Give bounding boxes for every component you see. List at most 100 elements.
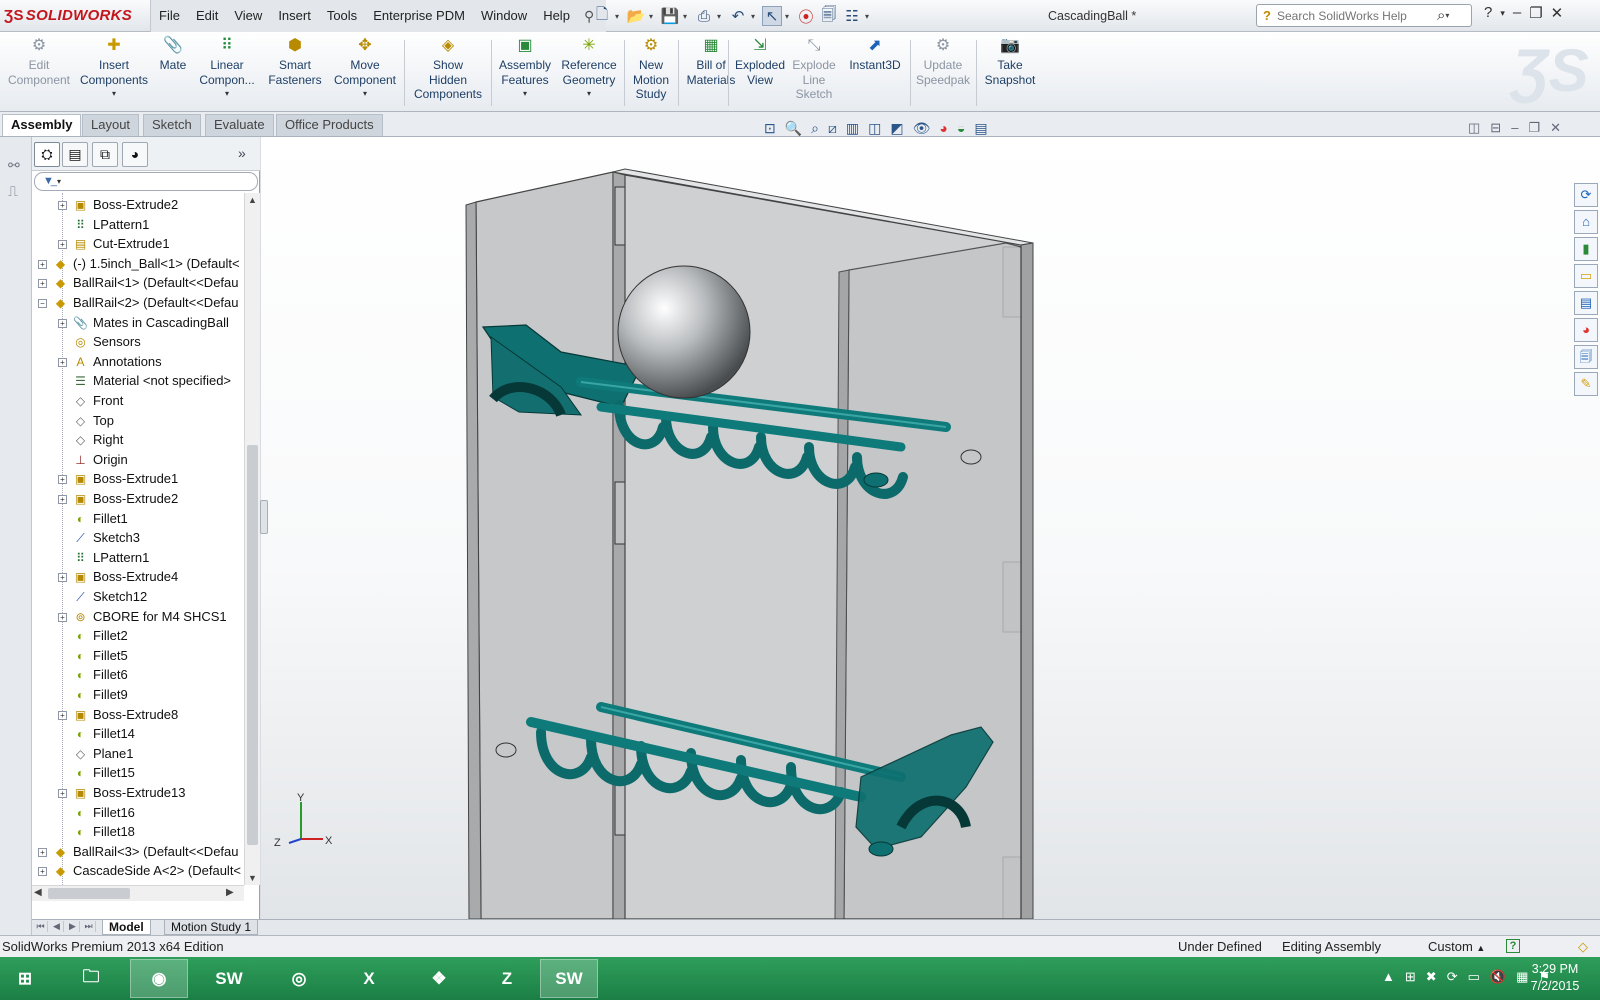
rebuild-traffic-light-icon[interactable]: ⦿ [796,6,816,26]
tree-filter-box[interactable]: ▼̲ ▾ [34,172,258,191]
search-input[interactable] [1277,8,1437,23]
zos-taskbar-icon[interactable]: Z [478,959,536,998]
hscroll-thumb[interactable] [48,888,130,899]
tree-vertical-scrollbar[interactable]: ▲ ▼ [244,193,260,885]
edit-component-button[interactable]: ⚙ Edit Component [4,36,74,110]
taskbar-clock[interactable]: 3:29 PM 7/2/2015 [1520,961,1590,995]
display-icon[interactable]: ▭ [1468,969,1480,985]
view-palette-icon[interactable]: ▤ [1574,291,1598,315]
options-icon[interactable]: ☷ [842,6,862,26]
minimize-icon[interactable]: – [1513,4,1521,22]
move-component-button[interactable]: ✥ Move Component ▾ [330,36,400,110]
doc-close-icon[interactable]: ✕ [1550,120,1561,136]
options-dropdown-icon[interactable]: ▾ [865,12,873,21]
view-orientation-icon[interactable]: ◫ [868,120,881,137]
tab-motion-study-1[interactable]: Motion Study 1 [164,920,259,935]
menu-insert[interactable]: Insert [270,0,319,32]
linear-component-pattern-button[interactable]: ⠿ Linear Compon... ▾ [194,36,260,110]
tree-item[interactable]: + ◆ BallRail<3> (Default<<Defau [32,842,244,862]
menu-view[interactable]: View [226,0,270,32]
update-speedpak-button[interactable]: ⚙ Update Speedpak [912,36,974,110]
file-explorer-taskbar-icon[interactable]: 🗀 [62,959,120,998]
reference-geometry-dropdown-icon[interactable]: ▾ [556,87,622,102]
mate-button[interactable]: 📎 Mate [154,36,192,110]
tab-layout[interactable]: Layout [82,114,140,136]
expand-icon[interactable]: + [58,573,67,583]
print-dropdown-icon[interactable]: ▾ [717,12,725,21]
tree-item[interactable]: + ▣ Boss-Extrude13 [32,783,244,803]
open-dropdown-icon[interactable]: ▾ [649,12,657,21]
edit-tag-icon[interactable]: ◇ [1578,939,1588,955]
chrome-taskbar-icon[interactable]: ◉ [130,959,188,998]
tree-item[interactable]: ◐ Fillet6 [32,665,244,685]
solidworks-resources-icon[interactable]: ⟳ [1574,183,1598,207]
volume-muted-icon[interactable]: 🔇 [1490,969,1506,985]
menu-file[interactable]: File [151,0,188,32]
tree-item[interactable]: ◇ Front [32,391,244,411]
tree-item[interactable]: ◐ Fillet5 [32,646,244,666]
menu-tools[interactable]: Tools [319,0,365,32]
excel-taskbar-icon[interactable]: X [340,959,398,998]
tree-item[interactable]: ◎ Sensors [32,332,244,352]
apply-scene-icon[interactable]: ◒ [957,120,965,137]
first-tab-icon[interactable]: ⏮ [34,921,48,932]
menu-window[interactable]: Window [473,0,535,32]
display-style-icon[interactable]: ◩ [890,120,903,137]
feature-manager-tab-icon[interactable]: ⛭ [34,142,60,167]
assembly-features-button[interactable]: ▣ Assembly Features ▾ [494,36,556,110]
split-horizontal-icon[interactable]: ⊟ [1490,120,1501,136]
insert-components-button[interactable]: ✚ Insert Components ▾ [76,36,152,110]
tree-item[interactable]: + ▣ Boss-Extrude8 [32,705,244,725]
collapse-icon[interactable]: − [38,299,47,308]
prev-tab-icon[interactable]: ◀ [50,921,64,932]
home-icon[interactable]: ⌂ [1574,210,1598,234]
menu-enterprise-pdm[interactable]: Enterprise PDM [365,0,473,32]
expand-icon[interactable]: + [38,279,47,289]
tree-item[interactable]: ◐ Fillet1 [32,509,244,529]
linear-pattern-dropdown-icon[interactable]: ▾ [194,87,260,102]
browser-rainbow-taskbar-icon[interactable]: ◎ [270,959,328,998]
hide-show-items-icon[interactable]: 👁 [913,120,931,137]
tree-horizontal-scrollbar[interactable]: ◀ ▶ [32,885,244,901]
open-folder-icon[interactable]: 📂 [626,6,646,26]
tab-evaluate[interactable]: Evaluate [205,114,274,136]
help-icon[interactable]: ? [1484,4,1492,22]
scroll-thumb[interactable] [247,445,258,845]
display-manager-tab-icon[interactable]: ◕ [122,142,148,167]
tree-item[interactable]: ◐ Fillet18 [32,822,244,842]
menu-help[interactable]: Help [535,0,578,32]
next-tab-icon[interactable]: ▶ [66,921,80,932]
tree-item[interactable]: + ◆ BallRail<1> (Default<<Defau [32,273,244,293]
custom-properties-icon[interactable]: 🗐 [1574,345,1598,369]
tree-item[interactable]: ◐ Fillet14 [32,724,244,744]
tree-item[interactable]: + ▣ Boss-Extrude2 [32,195,244,215]
property-manager-tab-icon[interactable]: ▤ [62,142,88,167]
split-vertical-icon[interactable]: ◫ [1468,120,1480,136]
tree-item[interactable]: + A Annotations [32,352,244,372]
expand-icon[interactable]: + [38,867,47,877]
doc-restore-icon[interactable]: ❐ [1528,120,1540,136]
tree-item[interactable]: + ◆ (-) 1.5inch_Ball<1> (Default< [32,254,244,274]
view-settings-icon[interactable]: ▤ [974,120,987,137]
windows-start-icon[interactable]: ⊞ [0,959,50,998]
doc-minimize-icon[interactable]: – [1511,120,1518,136]
close-icon[interactable]: ✕ [1551,4,1564,22]
file-explorer-icon[interactable]: ▭ [1574,264,1598,288]
tree-item[interactable]: − ◆ BallRail<2> (Default<<Defau [32,293,244,313]
tab-sketch[interactable]: Sketch [143,114,201,136]
select-arrow-icon[interactable]: ↖ [762,6,782,26]
tree-item[interactable]: + ▣ Boss-Extrude1 [32,469,244,489]
tree-item[interactable]: + ▣ Boss-Extrude2 [32,489,244,509]
expand-panel-icon[interactable]: » [238,145,246,161]
section-view-icon[interactable]: ⧄ [828,120,837,137]
zoom-to-fit-icon[interactable]: ⊡ [764,120,776,137]
scroll-down-icon[interactable]: ▼ [248,873,257,883]
new-motion-study-button[interactable]: ⚙ New Motion Study [627,36,675,110]
tree-item[interactable]: ⟋ Sketch12 [32,587,244,607]
expand-icon[interactable]: + [58,240,67,250]
tree-item[interactable]: ◐ Fillet9 [32,685,244,705]
tree-item[interactable]: ⠿ LPattern1 [32,548,244,568]
expand-icon[interactable]: + [58,201,67,210]
tree-item[interactable]: ☰ Material <not specified> [32,371,244,391]
tree-item[interactable]: + ▣ Boss-Extrude4 [32,567,244,587]
